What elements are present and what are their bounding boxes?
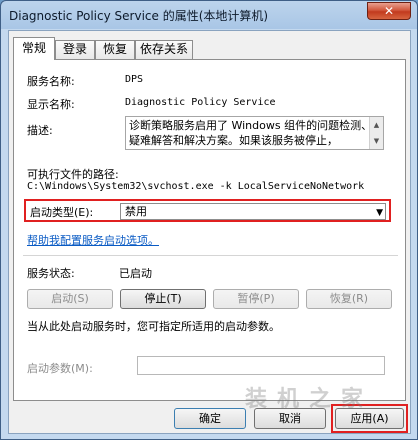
dialog-client: 常规 登录 恢复 依存关系 服务名称: DPS 显示名称: Diagnostic… — [8, 30, 411, 434]
window-title: Diagnostic Policy Service 的属性(本地计算机) — [9, 9, 269, 23]
separator — [23, 255, 398, 256]
start-params-input[interactable] — [137, 356, 385, 375]
exec-path-label: 可执行文件的路径: — [27, 168, 119, 181]
service-name-value: DPS — [125, 74, 144, 85]
startup-type-value: 禁用 — [125, 205, 147, 218]
close-button[interactable]: ✕ — [367, 2, 411, 20]
scroll-down-icon[interactable]: ▼ — [369, 133, 383, 149]
title-bar[interactable]: Diagnostic Policy Service 的属性(本地计算机) ✕ — [1, 1, 417, 29]
general-panel: 服务名称: DPS 显示名称: Diagnostic Policy Servic… — [13, 59, 406, 401]
exec-path-value: C:\Windows\System32\svchost.exe -k Local… — [27, 181, 365, 192]
ok-button[interactable]: 确定 — [174, 408, 246, 429]
resume-button[interactable]: 恢复(R) — [306, 289, 392, 309]
stop-button[interactable]: 停止(T) — [120, 289, 206, 309]
watermark: 装机之家 — [245, 387, 374, 412]
tab-recovery[interactable]: 恢复 — [95, 40, 135, 59]
service-name-label: 服务名称: — [27, 75, 75, 88]
start-params-hint: 当从此处启动服务时，您可指定所适用的启动参数。 — [27, 320, 280, 333]
status-value: 已启动 — [119, 267, 152, 280]
chevron-down-icon: ▼ — [376, 208, 383, 218]
display-name-label: 显示名称: — [27, 98, 75, 111]
status-label: 服务状态: — [27, 267, 75, 280]
display-name-value: Diagnostic Policy Service — [125, 97, 276, 108]
startup-type-select[interactable]: 禁用 ▼ — [120, 203, 386, 220]
description-label: 描述: — [27, 124, 53, 137]
tab-general[interactable]: 常规 — [13, 37, 55, 60]
pause-button[interactable]: 暂停(P) — [213, 289, 299, 309]
help-link[interactable]: 帮助我配置服务启动选项。 — [27, 232, 159, 248]
startup-type-label: 启动类型(E): — [30, 206, 94, 219]
description-text: 诊断策略服务启用了 Windows 组件的问题检测、疑难解答和解决方案。如果该服… — [129, 119, 373, 147]
start-params-label: 启动参数(M): — [27, 362, 93, 375]
description-box[interactable]: 诊断策略服务启用了 Windows 组件的问题检测、疑难解答和解决方案。如果该服… — [125, 116, 384, 150]
start-button[interactable]: 启动(S) — [27, 289, 113, 309]
properties-window: Diagnostic Policy Service 的属性(本地计算机) ✕ 常… — [0, 0, 418, 440]
scroll-up-icon[interactable]: ▲ — [369, 117, 383, 133]
tab-dependencies[interactable]: 依存关系 — [135, 40, 193, 59]
tab-logon[interactable]: 登录 — [55, 40, 95, 59]
